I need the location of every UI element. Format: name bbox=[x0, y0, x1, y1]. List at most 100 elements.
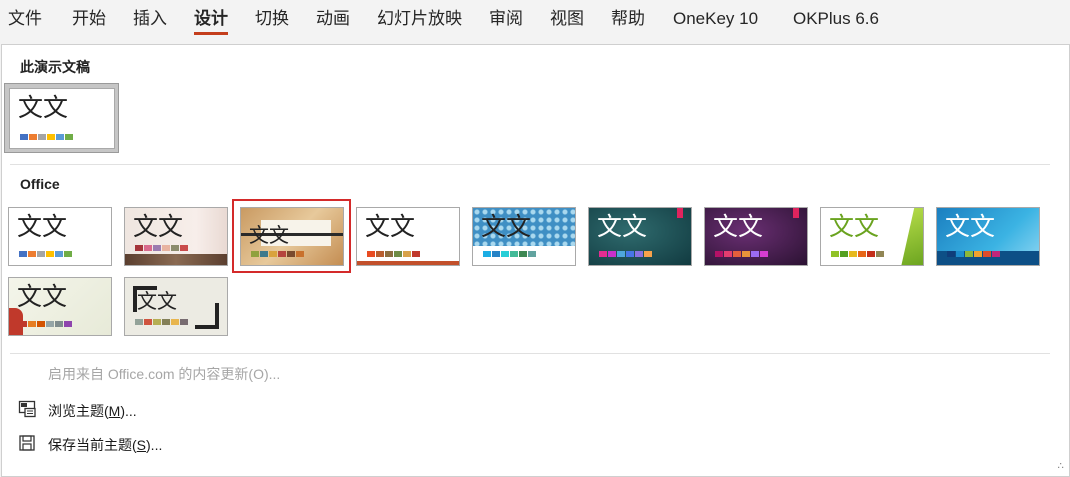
theme-thumb-purple-dark[interactable]: 文文 bbox=[704, 207, 808, 266]
color-swatch bbox=[492, 251, 500, 257]
color-swatch bbox=[840, 251, 848, 257]
color-swatch bbox=[153, 319, 161, 325]
theme-thumb-frame-dark[interactable]: 文文 bbox=[124, 277, 228, 336]
current-theme-highlight: 文文 bbox=[4, 83, 119, 153]
theme-thumb-blue-pattern[interactable]: 文文 bbox=[472, 207, 576, 266]
color-swatch bbox=[867, 251, 875, 257]
color-swatch bbox=[528, 251, 536, 257]
selected-theme-outline bbox=[232, 199, 351, 273]
tab-review[interactable]: 审阅 bbox=[489, 8, 523, 34]
color-swatch bbox=[617, 251, 625, 257]
color-swatch bbox=[876, 251, 884, 257]
color-swatch bbox=[65, 134, 73, 140]
tab-slideshow[interactable]: 幻灯片放映 bbox=[377, 8, 462, 34]
color-swatch bbox=[599, 251, 607, 257]
color-swatch bbox=[55, 251, 63, 257]
theme-thumb-ion-boardroom[interactable]: 文文 bbox=[356, 207, 460, 266]
theme-thumb-teal-dark[interactable]: 文文 bbox=[588, 207, 692, 266]
color-swatch bbox=[28, 251, 36, 257]
color-swatch bbox=[47, 134, 55, 140]
color-swatch bbox=[519, 251, 527, 257]
menu-label-suffix: )... bbox=[120, 403, 137, 419]
theme-thumb-green-facet[interactable]: 文文 bbox=[820, 207, 924, 266]
color-swatch bbox=[180, 245, 188, 251]
color-swatch bbox=[858, 251, 866, 257]
color-swatch bbox=[171, 245, 179, 251]
color-swatch bbox=[180, 319, 188, 325]
theme-thumb-blue-gradient[interactable]: 文文 bbox=[936, 207, 1040, 266]
color-swatch bbox=[153, 245, 161, 251]
color-swatch bbox=[965, 251, 973, 257]
color-swatch bbox=[483, 251, 491, 257]
wood-strip bbox=[125, 254, 227, 265]
tab-insert[interactable]: 插入 bbox=[133, 8, 167, 34]
theme-color-bar bbox=[367, 251, 420, 257]
color-swatch bbox=[162, 245, 170, 251]
accent-strip bbox=[357, 261, 459, 265]
color-swatch bbox=[394, 251, 402, 257]
color-swatch bbox=[751, 251, 759, 257]
theme-gallery-panel: 此演示文稿 文文 Office 文文 文文 文文 文文 文文 文文 文文 文文 … bbox=[1, 44, 1070, 477]
resize-grip-icon[interactable]: ∴ bbox=[1058, 461, 1064, 472]
color-swatch bbox=[37, 251, 45, 257]
tab-file[interactable]: 文件 bbox=[8, 8, 42, 34]
tab-home[interactable]: 开始 bbox=[72, 8, 106, 34]
color-swatch bbox=[171, 319, 179, 325]
tab-transitions[interactable]: 切换 bbox=[255, 8, 289, 34]
theme-color-bar bbox=[19, 251, 72, 257]
color-swatch bbox=[376, 251, 384, 257]
theme-color-bar bbox=[135, 319, 188, 325]
tab-design[interactable]: 设计 bbox=[194, 8, 228, 35]
color-swatch bbox=[992, 251, 1000, 257]
theme-color-bar bbox=[20, 134, 73, 140]
enable-office-updates-item: 启用来自 Office.com 的内容更新(O)... bbox=[48, 366, 281, 382]
menu-label: 浏览主题( bbox=[48, 403, 109, 419]
theme-thumb-wood-pink[interactable]: 文文 bbox=[124, 207, 228, 266]
theme-sample-text: 文文 bbox=[137, 289, 177, 313]
color-swatch bbox=[367, 251, 375, 257]
theme-sample-text: 文文 bbox=[945, 212, 996, 241]
color-swatch bbox=[644, 251, 652, 257]
save-current-theme-item[interactable]: 保存当前主题(S)... bbox=[48, 435, 162, 455]
section-title-this-presentation: 此演示文稿 bbox=[20, 59, 90, 75]
ribbon-tab-bar: 文件 开始 插入 设计 切换 动画 幻灯片放映 审阅 视图 帮助 OneKey … bbox=[0, 0, 1070, 40]
section-title-office: Office bbox=[20, 176, 60, 192]
theme-color-bar bbox=[947, 251, 1000, 257]
access-key: M bbox=[108, 403, 121, 419]
color-swatch bbox=[510, 251, 518, 257]
access-key: S bbox=[136, 437, 147, 453]
color-swatch bbox=[403, 251, 411, 257]
theme-color-bar bbox=[19, 321, 72, 327]
color-swatch bbox=[760, 251, 768, 257]
tab-help[interactable]: 帮助 bbox=[611, 8, 645, 34]
color-swatch bbox=[947, 251, 955, 257]
theme-sample-text: 文文 bbox=[481, 212, 532, 241]
tab-okplus[interactable]: OKPlus 6.6 bbox=[793, 8, 879, 34]
tab-animations[interactable]: 动画 bbox=[316, 8, 350, 34]
theme-thumb-current[interactable]: 文文 bbox=[9, 88, 115, 149]
tab-onekey[interactable]: OneKey 10 bbox=[673, 8, 758, 34]
color-swatch bbox=[38, 134, 46, 140]
color-swatch bbox=[56, 134, 64, 140]
color-swatch bbox=[19, 321, 27, 327]
tab-view[interactable]: 视图 bbox=[550, 8, 584, 34]
color-swatch bbox=[385, 251, 393, 257]
theme-sample-text: 文文 bbox=[713, 212, 764, 241]
accent-tag bbox=[793, 208, 799, 218]
theme-color-bar bbox=[599, 251, 652, 257]
color-swatch bbox=[849, 251, 857, 257]
theme-thumb-office-white[interactable]: 文文 bbox=[8, 207, 112, 266]
color-swatch bbox=[28, 321, 36, 327]
color-swatch bbox=[55, 321, 63, 327]
color-swatch bbox=[19, 251, 27, 257]
color-swatch bbox=[608, 251, 616, 257]
separator bbox=[10, 164, 1050, 165]
theme-sample-text: 文文 bbox=[597, 212, 648, 241]
color-swatch bbox=[956, 251, 964, 257]
theme-thumb-savon[interactable]: 文文 bbox=[8, 277, 112, 336]
color-swatch bbox=[144, 245, 152, 251]
theme-sample-text: 文文 bbox=[365, 212, 416, 241]
color-swatch bbox=[974, 251, 982, 257]
browse-themes-item[interactable]: 浏览主题(M)... bbox=[48, 401, 137, 421]
theme-sample-text: 文文 bbox=[829, 212, 880, 241]
